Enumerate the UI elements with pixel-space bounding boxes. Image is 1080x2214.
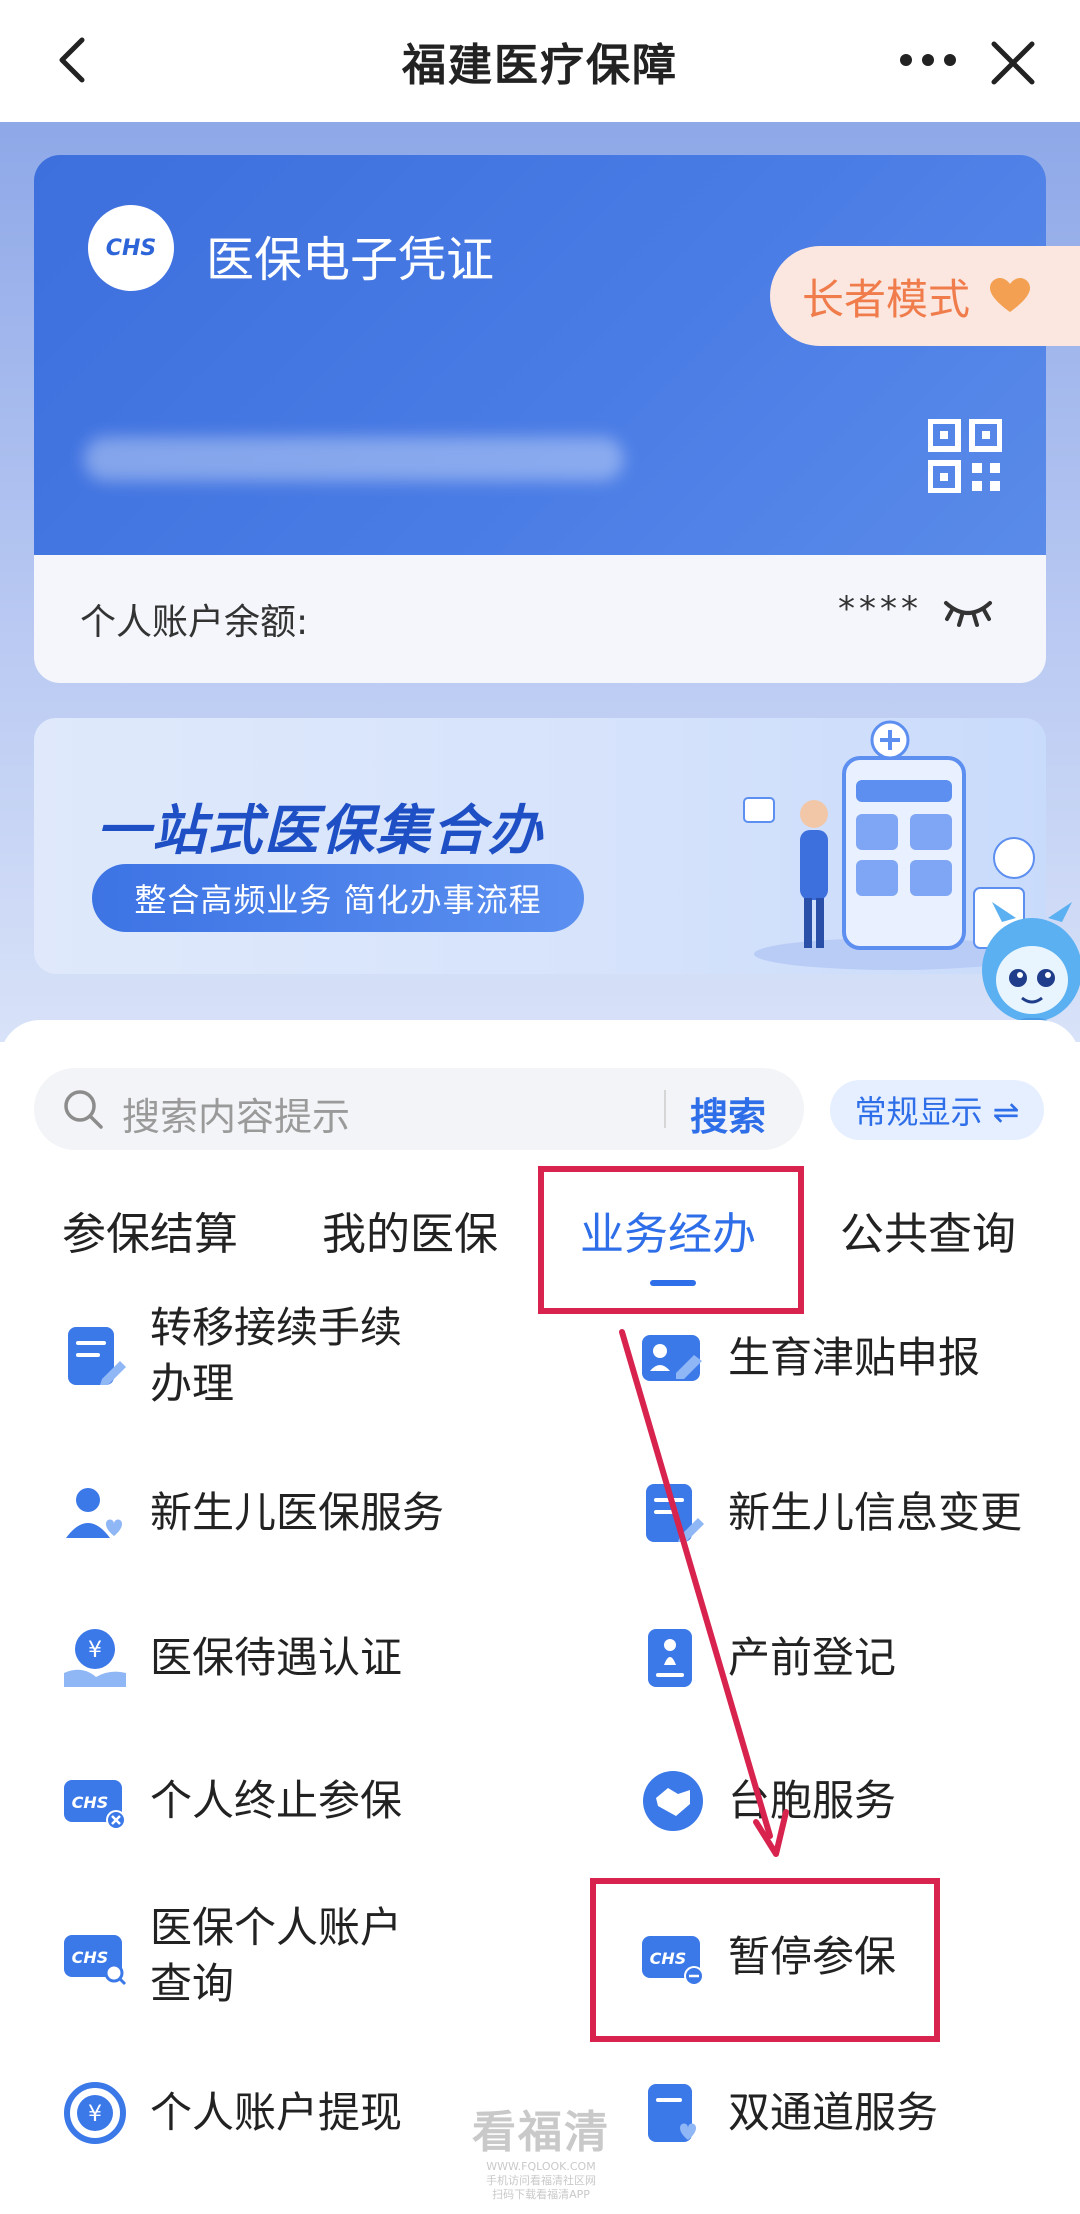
qr-code-icon[interactable] [928,419,1002,493]
search-input[interactable]: 搜索内容提示 [122,1086,350,1141]
site-watermark: 看福清 WWW.FQLOOK.COM 手机访问看福清社区网 扫码下载看福清APP [466,2096,616,2202]
highlight-box-tab [538,1166,804,1314]
service-dual-channel[interactable]: 双通道服务 [640,2080,938,2146]
service-label: 产前登记 [728,1633,897,1682]
service-label: 生育津贴申报 [728,1333,981,1382]
chs-terminate-icon: CHS [64,1780,126,1830]
newborn-user-icon [66,1488,122,1538]
yuan-withdraw-icon: ¥ [64,2082,126,2144]
more-options-icon[interactable] [896,40,960,80]
document-edit-icon [68,1327,126,1385]
chs-logo: CHS [88,205,174,291]
service-label: 台胞服务 [728,1776,897,1825]
banner-tagline: 整合高频业务 简化办事流程 [92,864,584,932]
highlight-box-pause [590,1878,940,2042]
handshake-icon [643,1771,703,1831]
svg-text:CHS: CHS [72,1948,109,1967]
service-label: 双通道服务 [728,2088,939,2137]
balance-row: 个人账户余额: **** [34,555,1046,683]
watermark-line1: 手机访问看福清社区网 [486,2174,596,2187]
service-newborn-insurance[interactable]: 新生儿医保服务 [62,1480,444,1546]
service-label: 新生儿医保服务 [150,1488,445,1537]
service-benefit-certification[interactable]: ¥ 医保待遇认证 [62,1625,402,1691]
card-title: 医保电子凭证 [206,232,495,288]
benefit-certify-icon: ¥ [64,1629,126,1687]
elder-mode-button[interactable]: 长者模式 [770,246,1080,346]
service-label-line2: 办理 [150,1359,235,1408]
service-prenatal-registration[interactable]: 产前登记 [640,1625,896,1691]
tab-insurance-settlement[interactable]: 参保结算 [62,1198,238,1262]
elder-mode-label: 长者模式 [802,274,971,324]
service-newborn-info-change[interactable]: 新生儿信息变更 [640,1480,1022,1546]
service-label: 医保待遇认证 [150,1633,403,1682]
eye-closed-icon[interactable] [942,593,994,629]
display-mode-toggle[interactable]: 常规显示 ⇌ [830,1080,1044,1140]
insurance-card[interactable]: CHS 医保电子凭证 [34,155,1046,555]
balance-value: **** [838,589,922,629]
maternity-allowance-icon [642,1335,702,1381]
service-label: 个人账户提现 [150,2088,403,2137]
search-icon [64,1090,103,1129]
service-label: 转移接续手续 [150,1303,403,1352]
service-account-withdraw[interactable]: ¥ 个人账户提现 [62,2080,402,2146]
search-bar[interactable]: 搜索内容提示 搜索 [34,1068,804,1150]
search-divider [664,1090,666,1128]
search-button[interactable]: 搜索 [690,1086,766,1141]
service-label: 医保个人账户 [150,1903,403,1952]
watermark-line2: 扫码下载看福清APP [492,2188,590,2201]
tab-public-query[interactable]: 公共查询 [840,1198,1016,1262]
service-account-query[interactable]: CHS 医保个人账户 查询 [62,1900,402,2012]
info-change-icon [646,1484,704,1542]
heart-icon [990,278,1031,312]
balance-label: 个人账户余额: [80,602,309,643]
back-arrow-icon[interactable] [44,30,104,90]
service-label: 新生儿信息变更 [728,1488,1023,1537]
chs-search-icon: CHS [64,1935,127,1986]
watermark-url: WWW.FQLOOK.COM [486,2160,596,2173]
page-title: 福建医疗保障 [402,40,678,91]
prenatal-register-icon [648,1629,692,1687]
service-terminate-insurance[interactable]: CHS 个人终止参保 [62,1768,402,1834]
service-label: 个人终止参保 [150,1776,403,1825]
service-label-line2: 查询 [150,1959,235,2008]
promo-banner[interactable]: 一站式医保集合办 整合高频业务 简化办事流程 [34,718,1046,974]
service-transfer-continuation[interactable]: 转移接续手续 办理 [62,1300,402,1412]
close-icon[interactable] [986,36,1040,90]
banner-headline: 一站式医保集合办 [96,799,544,862]
service-maternity-allowance[interactable]: 生育津贴申报 [640,1325,980,1391]
tab-my-insurance[interactable]: 我的医保 [322,1198,498,1262]
top-bar: 福建医疗保障 [0,0,1080,122]
blurred-card-number [84,437,624,481]
dual-channel-icon [648,2084,696,2142]
service-taiwan-compatriot[interactable]: 台胞服务 [640,1768,896,1834]
svg-text:CHS: CHS [72,1793,109,1812]
watermark-title: 看福清 [472,2107,610,2158]
svg-text:¥: ¥ [88,2102,102,2127]
svg-text:¥: ¥ [88,1638,102,1663]
